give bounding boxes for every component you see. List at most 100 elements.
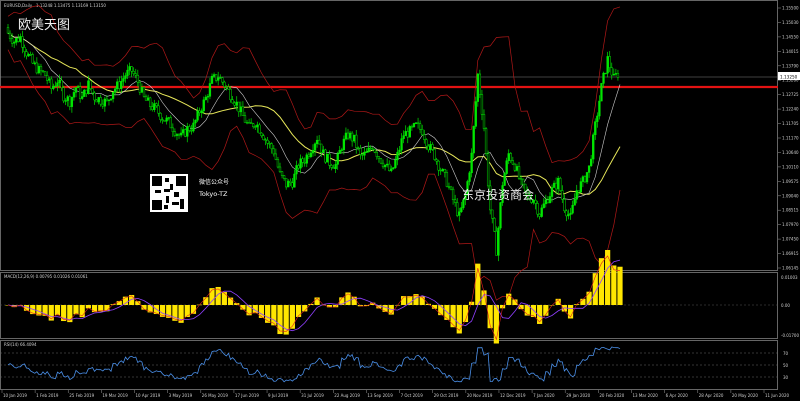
candle[interactable] [474,96,477,129]
candle[interactable] [287,179,290,188]
candle[interactable] [429,141,432,154]
candle[interactable] [332,164,335,169]
candle[interactable] [353,134,356,143]
candle[interactable] [328,150,331,170]
candle[interactable] [590,154,593,167]
candle[interactable] [499,201,502,230]
candle[interactable] [297,163,300,171]
candle[interactable] [101,99,104,109]
candle[interactable] [454,194,457,207]
candle[interactable] [602,71,605,88]
candle[interactable] [482,109,486,132]
candle[interactable] [231,95,234,104]
candle[interactable] [208,77,212,100]
candle[interactable] [37,63,41,75]
candle[interactable] [6,24,10,34]
candle[interactable] [295,160,298,180]
candle[interactable] [515,163,519,172]
candle[interactable] [495,226,498,256]
candle[interactable] [233,101,236,108]
candle[interactable] [56,78,59,92]
candle[interactable] [235,96,238,111]
candle[interactable] [326,153,329,163]
candle[interactable] [184,128,187,138]
candle[interactable] [418,120,422,134]
candle[interactable] [497,226,500,262]
candle[interactable] [276,156,280,169]
price-axis[interactable]: 1.15500 1.15030 1.14550 1.14015 1.13790 1.132… [778,6,799,271]
candle[interactable] [614,68,618,76]
candle[interactable] [365,148,368,153]
candle[interactable] [192,118,195,133]
candle[interactable] [563,194,566,213]
candle[interactable] [575,184,578,204]
candle[interactable] [62,85,65,104]
candle[interactable] [342,135,346,155]
candle[interactable] [503,171,506,186]
candle[interactable] [169,115,172,129]
candle[interactable] [243,111,247,123]
candle[interactable] [460,201,463,213]
candle[interactable] [99,94,102,107]
candle[interactable] [427,144,430,153]
candle[interactable] [486,150,490,189]
candle[interactable] [557,175,560,194]
candle[interactable] [78,82,82,103]
candle[interactable] [29,51,32,56]
candle[interactable] [272,145,275,157]
candle[interactable] [219,74,222,79]
candle[interactable] [111,91,115,103]
candle[interactable] [390,165,393,173]
candle[interactable] [435,157,438,165]
candle[interactable] [237,101,240,117]
candle[interactable] [157,100,160,117]
candle[interactable] [548,192,552,204]
candlesticks[interactable] [6,24,620,262]
candle[interactable] [93,91,96,105]
candle[interactable] [196,107,199,123]
candle[interactable] [594,118,597,140]
candle[interactable] [355,130,358,154]
candle[interactable] [66,95,69,107]
candle[interactable] [89,80,92,91]
candle[interactable] [367,141,370,153]
candle[interactable] [289,178,292,187]
candle[interactable] [186,122,189,143]
candle[interactable] [447,182,451,190]
candle[interactable] [507,149,510,165]
candle[interactable] [217,71,220,86]
candle[interactable] [21,30,24,54]
candle[interactable] [534,194,537,210]
candle[interactable] [250,118,253,124]
candle[interactable] [552,180,556,188]
candle[interactable] [43,71,47,76]
candle[interactable] [124,72,127,83]
candle[interactable] [260,132,263,138]
candle[interactable] [64,98,67,106]
candle[interactable] [313,142,317,157]
candle[interactable] [278,162,282,173]
candle[interactable] [559,176,562,192]
candle[interactable] [173,128,177,138]
chart-area[interactable]: EURUSD,Daily 1.13248 1.13475 1.13169 1.1… [0,0,800,401]
candle[interactable] [25,49,28,60]
candle[interactable] [476,72,479,107]
candle[interactable] [8,30,12,42]
candle[interactable] [311,144,315,157]
candle[interactable] [546,196,550,204]
candle[interactable] [449,185,453,191]
candle[interactable] [344,127,348,141]
candle[interactable] [161,117,164,124]
candle[interactable] [171,123,174,137]
candle[interactable] [91,88,94,96]
candle[interactable] [254,125,257,130]
candle[interactable] [70,96,74,113]
candle[interactable] [346,128,350,140]
candle[interactable] [567,209,570,220]
candle[interactable] [175,132,179,141]
candle[interactable] [513,162,517,173]
candle[interactable] [330,163,333,171]
candle[interactable] [509,151,512,163]
candle[interactable] [285,178,288,190]
candle[interactable] [138,80,142,96]
